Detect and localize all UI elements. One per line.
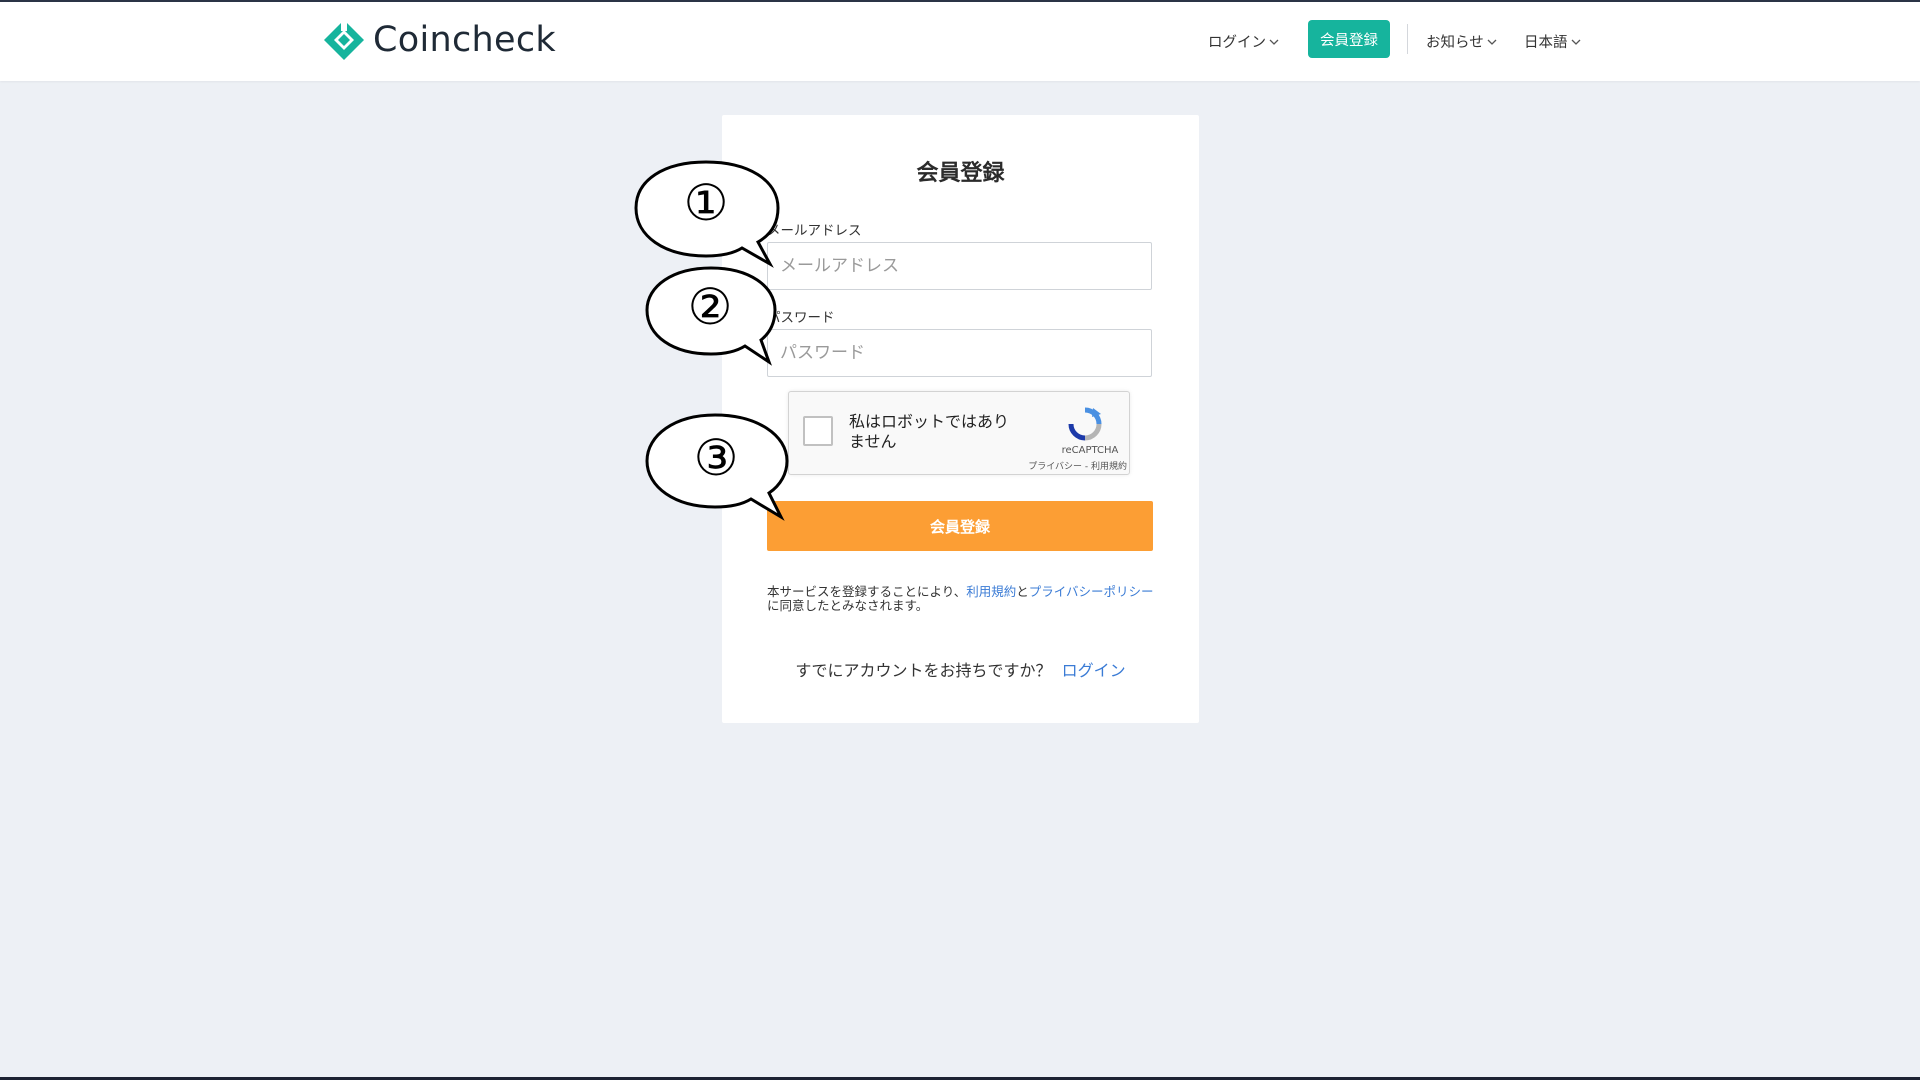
terms-suffix: に同意したとみなされます。 (767, 598, 929, 613)
nav-news-label: お知らせ (1426, 35, 1484, 51)
login-link[interactable]: ログイン (1062, 661, 1126, 680)
recaptcha-icon (1068, 407, 1102, 441)
terms-notice: 本サービスを登録することにより、利用規約とプライバシーポリシーに同意したとみなさ… (767, 585, 1157, 613)
privacy-policy-link[interactable]: プライバシーポリシー (1029, 584, 1154, 599)
terms-prefix: 本サービスを登録することにより、 (767, 584, 967, 599)
chevron-down-icon (1571, 39, 1580, 45)
annotation-number-2: ② (687, 278, 733, 336)
annotation-bubble-1: ① (634, 160, 784, 270)
terms-of-use-link[interactable]: 利用規約 (966, 584, 1016, 599)
nav-login-dropdown[interactable]: ログイン (1208, 2, 1279, 81)
email-field[interactable] (767, 242, 1152, 290)
nav-login-label: ログイン (1208, 35, 1266, 51)
login-prompt: すでにアカウントをお持ちですか？ ログイン (722, 657, 1199, 681)
chevron-down-icon (1487, 39, 1497, 45)
annotation-bubble-2: ② (645, 266, 795, 366)
recaptcha-widget: 私はロボットではありません reCAPTCHA プライバシー - 利用規約 (788, 391, 1130, 475)
nav-language-dropdown[interactable]: 日本語 (1524, 2, 1581, 81)
recaptcha-text: 私はロボットではありません (849, 412, 1010, 451)
site-header: Coincheck ログイン 会員登録 お知らせ 日本語 (0, 2, 1920, 81)
recaptcha-brand: reCAPTCHA (1061, 445, 1119, 456)
nav-signup-button[interactable]: 会員登録 (1308, 20, 1390, 58)
terms-and: と (1016, 584, 1029, 599)
brand-name: Coincheck (373, 20, 556, 60)
recaptcha-links[interactable]: プライバシー - 利用規約 (1015, 459, 1127, 472)
login-prompt-text: すでにアカウントをお持ちですか？ (795, 661, 1052, 680)
signup-submit-button[interactable]: 会員登録 (767, 501, 1153, 551)
annotation-number-1: ① (683, 174, 729, 232)
recaptcha-checkbox[interactable] (803, 416, 833, 446)
nav-divider (1407, 24, 1408, 54)
nav-language-label: 日本語 (1524, 35, 1568, 51)
chevron-down-icon (1269, 39, 1279, 45)
page-title: 会員登録 (916, 161, 1005, 186)
nav-signup-label: 会員登録 (1320, 32, 1378, 49)
nav-news-dropdown[interactable]: お知らせ (1426, 2, 1497, 81)
coincheck-logo-icon (324, 18, 364, 60)
coincheck-logo[interactable]: Coincheck (322, 18, 556, 62)
annotation-number-3: ③ (693, 429, 739, 487)
password-field[interactable] (767, 329, 1152, 377)
annotation-bubble-3: ③ (645, 413, 795, 523)
